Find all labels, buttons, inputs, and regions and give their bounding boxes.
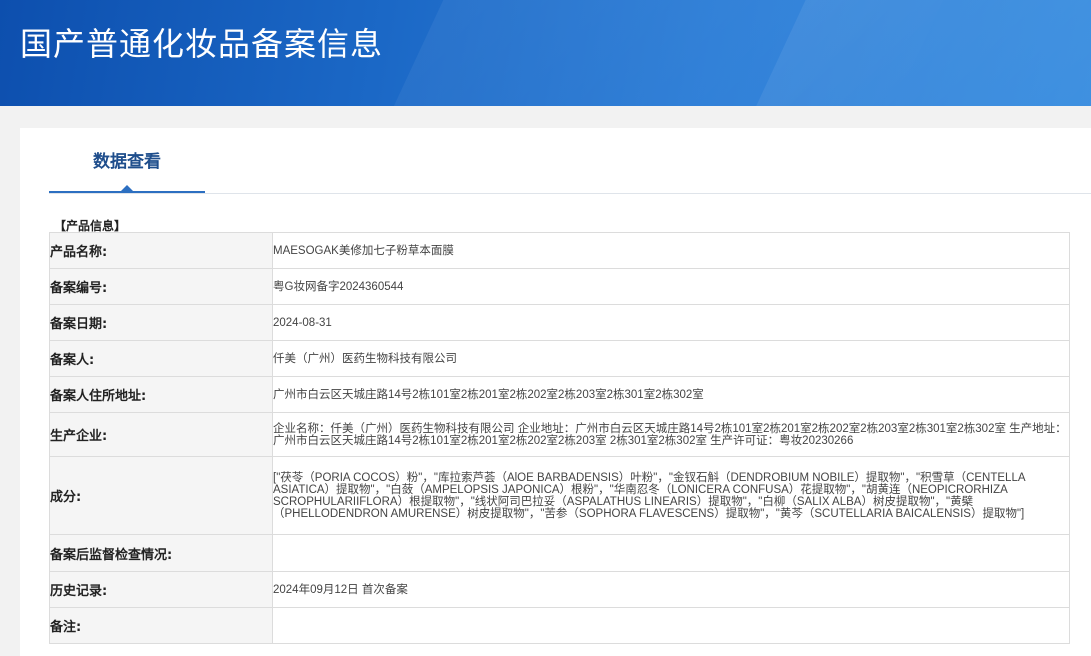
table-row-filing-number: 备案编号: 粤G妆网备字2024360544	[49, 268, 1070, 305]
row-value	[272, 534, 1070, 572]
page-banner: 国产普通化妆品备案信息	[0, 0, 1091, 106]
tab-bar: 数据查看	[49, 128, 1091, 194]
row-value: 粤G妆网备字2024360544	[272, 268, 1070, 305]
row-value: ["茯苓（PORIA COCOS）粉"，"库拉索芦荟（AlOE BARBADEN…	[272, 456, 1070, 535]
row-value: 广州市白云区天城庄路14号2栋101室2栋201室2栋202室2栋203室2栋3…	[272, 376, 1070, 413]
tab-data-view[interactable]: 数据查看	[49, 128, 205, 193]
row-value: 2024-08-31	[272, 304, 1070, 341]
content-card: 数据查看 【产品信息】 产品名称: MAESOGAK美修加七子粉草本面膜 备案编…	[20, 128, 1091, 656]
table-row-history: 历史记录: 2024年09月12日 首次备案	[49, 571, 1070, 608]
product-info-table: 产品名称: MAESOGAK美修加七子粉草本面膜 备案编号: 粤G妆网备字202…	[49, 232, 1070, 644]
table-row-manufacturer: 生产企业: 企业名称：仟美（广州）医药生物科技有限公司 企业地址：广州市白云区天…	[49, 412, 1070, 457]
row-label: 备案日期:	[49, 304, 273, 341]
table-row-post-filing-inspection: 备案后监督检查情况:	[49, 534, 1070, 572]
row-label: 备案人住所地址:	[49, 376, 273, 413]
tab-active-caret-icon	[121, 185, 133, 191]
row-value: 2024年09月12日 首次备案	[272, 571, 1070, 608]
row-label: 生产企业:	[49, 412, 273, 457]
table-row-ingredients: 成分: ["茯苓（PORIA COCOS）粉"，"库拉索芦荟（AlOE BARB…	[49, 456, 1070, 535]
table-row-filer: 备案人: 仟美（广州）医药生物科技有限公司	[49, 340, 1070, 377]
row-value: 企业名称：仟美（广州）医药生物科技有限公司 企业地址：广州市白云区天城庄路14号…	[272, 412, 1070, 457]
table-row-remarks: 备注:	[49, 607, 1070, 644]
table-row-filer-address: 备案人住所地址: 广州市白云区天城庄路14号2栋101室2栋201室2栋202室…	[49, 376, 1070, 413]
row-label: 备案人:	[49, 340, 273, 377]
row-label: 备注:	[49, 607, 273, 644]
row-value	[272, 607, 1070, 644]
row-label: 产品名称:	[49, 232, 273, 269]
row-value: 仟美（广州）医药生物科技有限公司	[272, 340, 1070, 377]
row-label: 备案编号:	[49, 268, 273, 305]
row-value: MAESOGAK美修加七子粉草本面膜	[272, 232, 1070, 269]
row-label: 成分:	[49, 456, 273, 535]
row-label: 历史记录:	[49, 571, 273, 608]
page-title: 国产普通化妆品备案信息	[20, 25, 384, 63]
table-row-filing-date: 备案日期: 2024-08-31	[49, 304, 1070, 341]
table-row-product-name: 产品名称: MAESOGAK美修加七子粉草本面膜	[49, 232, 1070, 269]
row-label: 备案后监督检查情况:	[49, 534, 273, 572]
